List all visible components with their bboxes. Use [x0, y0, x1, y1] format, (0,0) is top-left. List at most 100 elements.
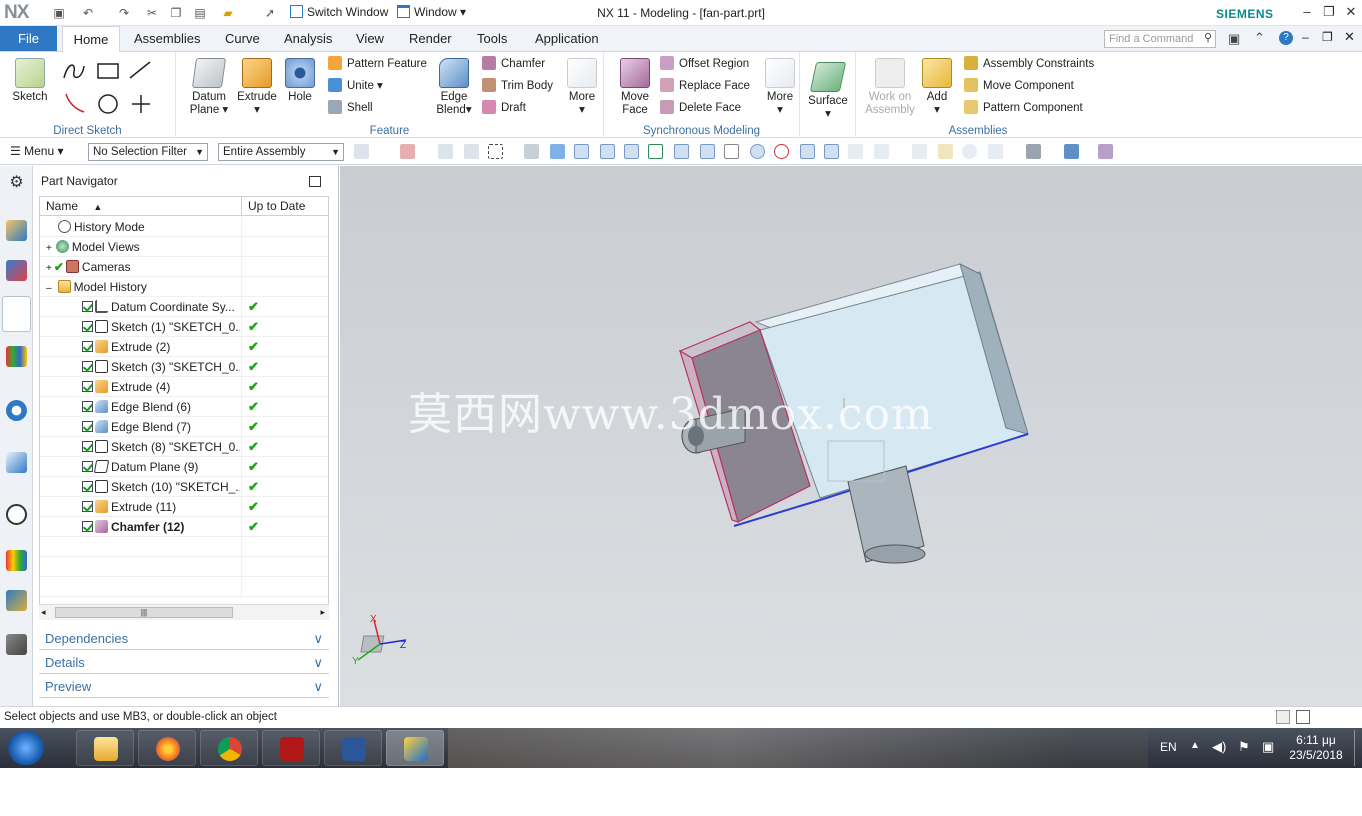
existing-point-icon[interactable]: [800, 144, 815, 159]
ribbon-restore-icon[interactable]: ❐: [1322, 30, 1333, 44]
ribbon-minimize-icon[interactable]: –: [1302, 30, 1309, 44]
datum-plane-button[interactable]: Datum Plane ▾: [186, 58, 232, 117]
midpoint-icon[interactable]: [624, 144, 639, 159]
trim-body-button[interactable]: Trim Body: [482, 78, 553, 94]
visibility-checkbox[interactable]: [82, 341, 93, 352]
help-icon[interactable]: ?: [1279, 31, 1293, 45]
clock[interactable]: 6:11 μμ 23/5/2018: [1286, 733, 1346, 763]
status-icon-a[interactable]: [1276, 710, 1290, 724]
visibility-checkbox[interactable]: [82, 321, 93, 332]
column-header-uptodate[interactable]: Up to Date: [241, 197, 328, 216]
spline-point-icon[interactable]: [700, 144, 715, 159]
point-on-face-icon[interactable]: [848, 144, 863, 159]
open-icon[interactable]: ▰: [220, 5, 236, 21]
selection-filter-dropdown[interactable]: No Selection Filter ▼: [88, 143, 208, 161]
paste-icon[interactable]: ▤: [192, 5, 208, 21]
tree-row-extrude-11[interactable]: Extrude (11) ✔: [40, 497, 328, 517]
visibility-checkbox[interactable]: [82, 441, 93, 452]
snap-point-icon[interactable]: [464, 144, 479, 159]
tree-row-edge-blend-7[interactable]: Edge Blend (7) ✔: [40, 417, 328, 437]
chamfer-button[interactable]: Chamfer: [482, 56, 545, 72]
reuse-library-icon[interactable]: [6, 346, 27, 367]
snap-grid-icon[interactable]: [574, 144, 589, 159]
preview-panel[interactable]: Preview ∨: [39, 676, 329, 698]
visualization-icon[interactable]: [1098, 144, 1113, 159]
sync-more-button[interactable]: More ▾: [762, 58, 798, 117]
close-button[interactable]: ✕: [1342, 4, 1360, 22]
web-browser-icon[interactable]: [6, 452, 27, 473]
visibility-checkbox[interactable]: [82, 421, 93, 432]
taskbar-chrome[interactable]: [200, 730, 258, 766]
view-triad[interactable]: [350, 612, 420, 672]
collapse-icon[interactable]: –: [46, 283, 52, 294]
offset-region-button[interactable]: Offset Region: [660, 56, 749, 72]
minimize-button[interactable]: –: [1298, 4, 1316, 22]
process-studio-icon[interactable]: [6, 590, 27, 611]
dependencies-panel[interactable]: Dependencies ∨: [39, 628, 329, 650]
taskbar-acrobat[interactable]: [262, 730, 320, 766]
scroll-left-icon[interactable]: ◂: [41, 607, 46, 618]
tree-row-extrude-4[interactable]: Extrude (4) ✔: [40, 377, 328, 397]
intersection-icon[interactable]: [724, 144, 739, 159]
tree-row-edge-blend-6[interactable]: Edge Blend (6) ✔: [40, 397, 328, 417]
tree-row-sketch-8[interactable]: Sketch (8) "SKETCH_0... ✔: [40, 437, 328, 457]
tab-view[interactable]: View: [350, 26, 390, 52]
command-finder-input[interactable]: Find a Command ⚲: [1104, 30, 1216, 48]
select-feature-icon[interactable]: [400, 144, 415, 159]
tab-curve[interactable]: Curve: [219, 26, 266, 52]
part-navigator-icon[interactable]: [2, 296, 31, 332]
copy-icon[interactable]: ❐: [168, 5, 184, 21]
edit-section-icon[interactable]: [1064, 144, 1079, 159]
face-icon[interactable]: [550, 144, 565, 159]
rendering-style-icon[interactable]: [1026, 144, 1041, 159]
visibility-checkbox[interactable]: [82, 501, 93, 512]
tree-row-sketch-1[interactable]: Sketch (1) "SKETCH_0... ✔: [40, 317, 328, 337]
snap-icon[interactable]: [438, 144, 453, 159]
sketch-curve-tools[interactable]: [60, 58, 160, 120]
orient-view-icon[interactable]: [988, 144, 1003, 159]
sketch-button[interactable]: Sketch: [8, 58, 52, 104]
bounded-grid-icon[interactable]: [874, 144, 889, 159]
tab-analysis[interactable]: Analysis: [278, 26, 338, 52]
visibility-checkbox[interactable]: [82, 481, 93, 492]
undo-icon[interactable]: ↶: [80, 5, 96, 21]
save-icon[interactable]: ▣: [51, 5, 67, 21]
visibility-checkbox[interactable]: [82, 381, 93, 392]
delete-face-button[interactable]: Delete Face: [660, 100, 741, 116]
rotate-icon[interactable]: [962, 144, 977, 159]
curve-icon[interactable]: [648, 144, 663, 159]
tree-row-extrude-2[interactable]: Extrude (2) ✔: [40, 337, 328, 357]
arc-center-icon[interactable]: [750, 144, 765, 159]
shell-button[interactable]: Shell: [328, 100, 373, 116]
tab-home[interactable]: Home: [62, 26, 120, 52]
extrude-button[interactable]: Extrude ▾: [234, 58, 280, 117]
work-on-assembly-button[interactable]: Work on Assembly: [864, 58, 916, 117]
tree-row-chamfer-12[interactable]: Chamfer (12) ✔: [40, 517, 328, 537]
file-tab[interactable]: File: [0, 26, 57, 51]
horizontal-scrollbar[interactable]: ◂ ||| ▸: [39, 604, 329, 620]
feature-more-button[interactable]: More ▾: [564, 58, 600, 117]
expand-icon[interactable]: +: [46, 243, 52, 254]
network-icon[interactable]: ▣: [1262, 739, 1274, 755]
hole-button[interactable]: Hole: [282, 58, 318, 104]
add-component-button[interactable]: Add ▾: [922, 58, 952, 117]
zoom-icon[interactable]: [938, 144, 953, 159]
pattern-component-button[interactable]: Pattern Component: [964, 100, 1083, 116]
start-button[interactable]: [8, 731, 44, 765]
ribbon-options-icon[interactable]: ▣: [1228, 31, 1240, 47]
expand-icon[interactable]: +: [46, 263, 52, 274]
taskbar-firefox[interactable]: [138, 730, 196, 766]
redo-icon[interactable]: ↷: [116, 5, 132, 21]
cut-icon[interactable]: ✂: [144, 5, 160, 21]
tree-row-model-views[interactable]: + Model Views: [40, 237, 328, 257]
visibility-checkbox[interactable]: [82, 521, 93, 532]
tree-row-cameras[interactable]: + ✔ Cameras: [40, 257, 328, 277]
assembly-navigator-icon[interactable]: [6, 220, 27, 241]
selection-scope-dropdown[interactable]: Entire Assembly ▼: [218, 143, 344, 161]
collapse-ribbon-icon[interactable]: ⌃: [1254, 30, 1265, 46]
details-panel[interactable]: Details ∨: [39, 652, 329, 674]
point-on-curve-icon[interactable]: [824, 144, 839, 159]
edge-blend-button[interactable]: Edge Blend▾: [432, 58, 476, 117]
pattern-feature-button[interactable]: Pattern Feature: [328, 56, 427, 72]
restore-button[interactable]: ❐: [1320, 4, 1338, 22]
